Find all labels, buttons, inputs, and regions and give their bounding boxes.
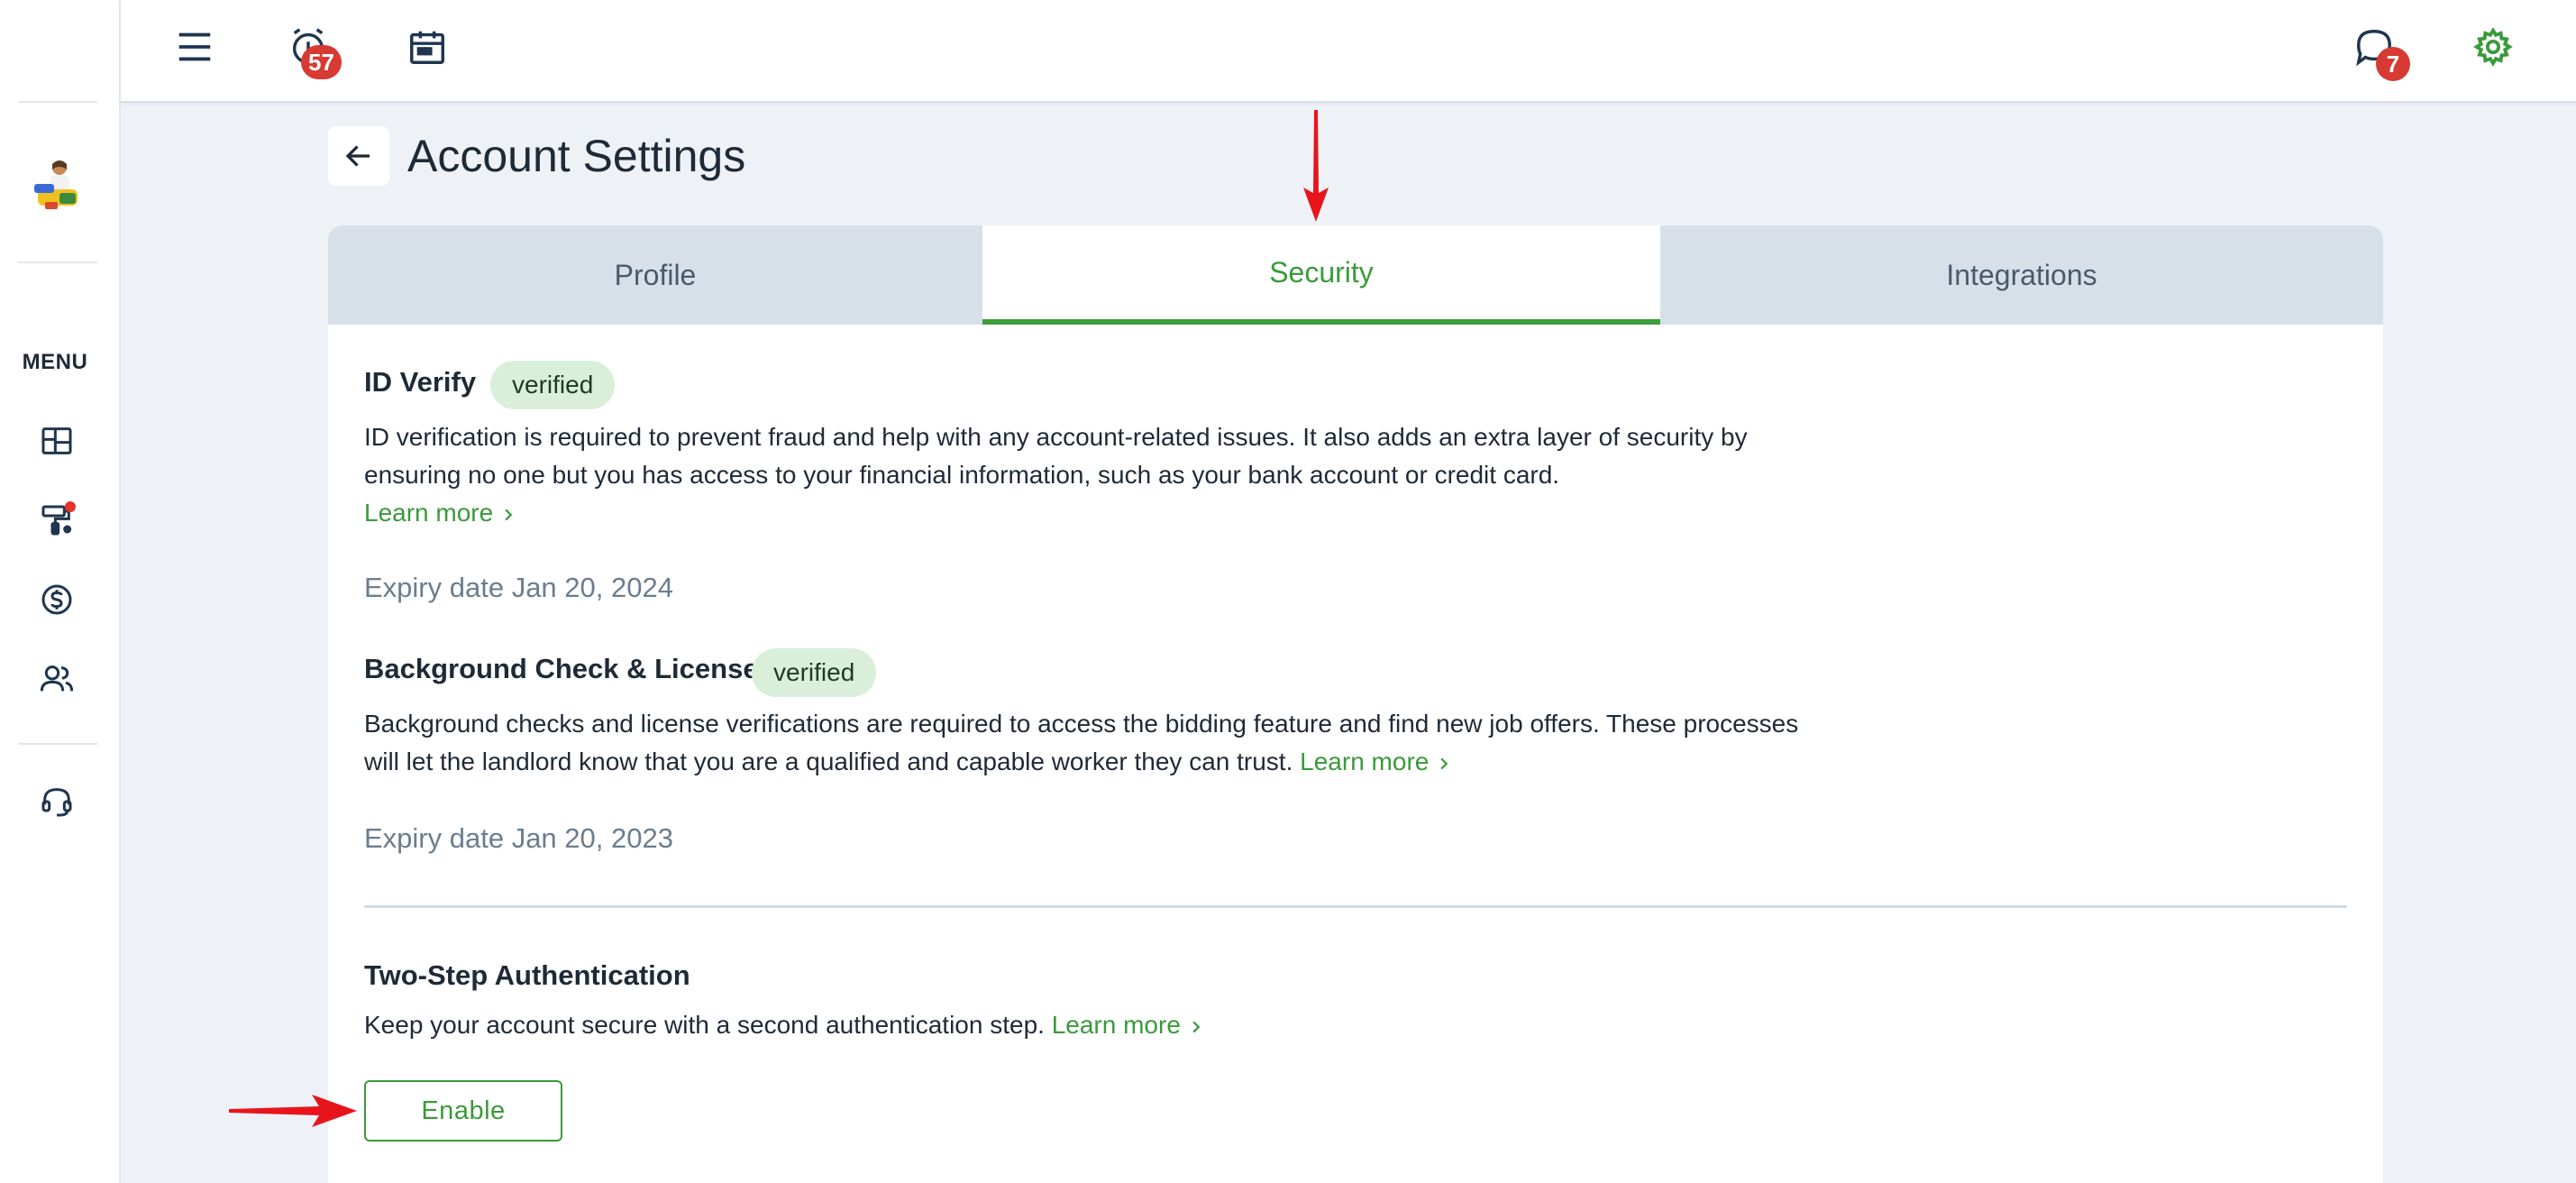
tab-bar: Profile Security Integrations [328,225,2383,325]
alarm-clock-icon[interactable]: 57 [281,20,342,79]
chevron-right-icon [1440,757,1448,770]
two-step-description: Keep your account secure with a second a… [364,1006,1806,1044]
two-step-title: Two-Step Authentication [364,959,690,991]
annotation-arrow-right [229,1095,357,1127]
chat-badge: 7 [2376,47,2410,81]
chevron-right-icon [505,509,513,521]
back-button[interactable] [328,126,389,186]
background-check-text: Background checks and license verificati… [364,710,1799,775]
chevron-right-icon [1192,1021,1201,1033]
tab-security[interactable]: Security [982,225,1660,325]
id-verify-text: ID verification is required to prevent f… [364,423,1748,489]
sidebar: MENU [0,0,121,1183]
avatar[interactable] [32,157,81,215]
page-title: Account Settings [407,131,746,181]
learn-more-label: Learn more [1300,747,1430,775]
annotation-arrow-down [1303,110,1329,222]
gear-icon[interactable] [2466,20,2520,74]
two-step-learn-more-link[interactable]: Learn more [1052,1011,1202,1039]
headset-support-icon[interactable] [34,779,79,824]
id-verify-title: ID Verify [364,366,477,398]
paint-roller-icon[interactable] [34,498,79,543]
enable-two-step-button[interactable]: Enable [364,1080,562,1142]
notification-dot [65,501,76,512]
background-check-title: Background Check & License [364,653,759,684]
sidebar-divider [18,261,97,263]
sidebar-divider [18,101,97,103]
sidebar-divider [18,743,97,745]
dashboard-icon[interactable] [34,418,79,463]
tab-profile[interactable]: Profile [328,225,982,325]
tab-integrations[interactable]: Integrations [1660,225,2383,325]
status-badge: verified [490,361,616,409]
status-badge: verified [752,648,877,697]
arrow-left-icon [345,145,370,167]
learn-more-label: Learn more [364,499,494,527]
background-check-description: Background checks and license verificati… [364,705,1806,781]
users-icon[interactable] [34,656,79,702]
section-divider [364,905,2347,908]
background-check-expiry: Expiry date Jan 20, 2023 [364,822,673,854]
learn-more-label: Learn more [1051,1011,1181,1039]
alarm-badge: 57 [301,45,342,79]
chat-icon[interactable]: 7 [2347,20,2410,81]
id-verify-expiry: Expiry date Jan 20, 2024 [364,572,673,603]
dollar-circle-icon[interactable] [34,577,79,622]
id-verify-learn-more-link[interactable]: Learn more [364,499,515,527]
settings-card: Profile Security Integrations ID Verify … [328,225,2383,1183]
menu-label: MENU [22,350,88,374]
two-step-text: Keep your account secure with a second a… [364,1011,1045,1039]
hamburger-menu-icon[interactable] [168,20,222,74]
calendar-icon[interactable] [400,20,454,74]
background-check-learn-more-link[interactable]: Learn more [1300,747,1450,775]
top-bar: 57 7 [121,0,2576,103]
id-verify-description: ID verification is required to prevent f… [364,418,1806,532]
